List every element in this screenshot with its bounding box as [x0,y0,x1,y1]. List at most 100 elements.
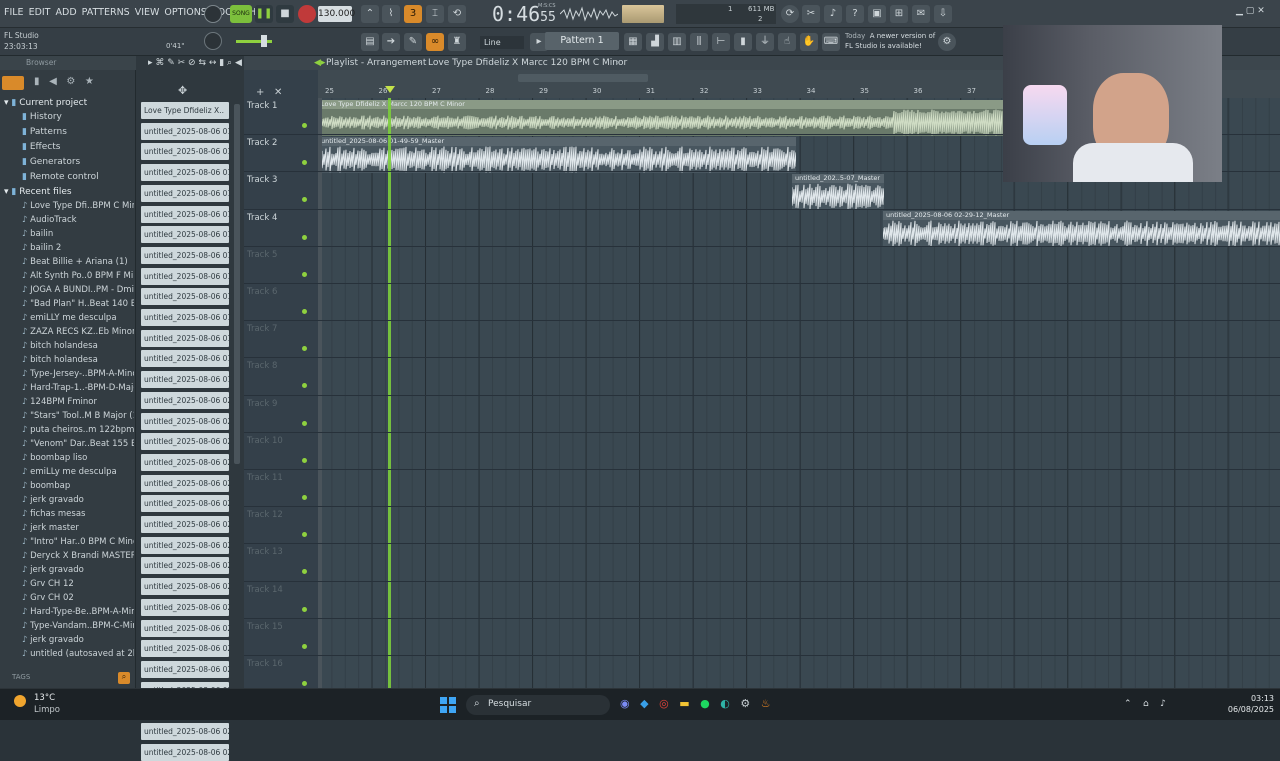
pattern-clip-item[interactable]: untitled_2025-08-06 01- [141,164,229,182]
pattern-selector[interactable]: Pattern 1 [545,32,619,50]
edge-icon[interactable]: ◐ [720,697,730,710]
picker-scrollbar[interactable] [234,104,240,464]
wait-for-input-icon[interactable]: ⌇ [382,5,400,23]
track-header[interactable]: Track 5 [244,247,312,284]
tree-current-project[interactable]: ▾ ▮ Current project [4,96,134,110]
tree-recent-files[interactable]: ▾ ▮ Recent files [4,185,134,199]
mixer-icon[interactable]: ⫼ [690,33,708,51]
volume-slider-handle[interactable] [261,35,267,47]
weather-icon[interactable] [14,695,26,707]
tree-remote-control[interactable]: ▮ Remote control [4,170,134,184]
weather-temp[interactable]: 13°C [34,693,55,703]
recent-file-item[interactable]: ♪ emiLLY me desculpa [4,311,134,325]
recent-file-item[interactable]: ♪ Grv CH 12 [4,577,134,591]
tray-network-icon[interactable]: ⌂ [1143,699,1149,709]
microphone-icon[interactable]: ♪ [824,5,842,23]
pattern-clip-item[interactable]: untitled_2025-08-06 01- [141,226,229,244]
sheet-icon[interactable]: ▮ [734,33,752,51]
metronome-icon[interactable]: ⌃ [361,5,379,23]
track-mute-led[interactable] [302,681,307,686]
pattern-clip-item[interactable]: untitled_2025-08-06 01- [141,288,229,306]
browser-search-icon[interactable]: ⌕ [118,672,130,684]
file-explorer-icon[interactable]: ▬ [679,697,689,710]
refresh-icon[interactable]: ⚙ [66,76,75,87]
recent-file-item[interactable]: ♪ ZAZA RECS KZ..Eb Minor (1) [4,325,134,339]
recent-file-item[interactable]: ♪ Deryck X Brandi MASTER (1) [4,549,134,563]
pattern-clip-item[interactable]: untitled_2025-08-06 02- [141,453,229,471]
copilot-icon[interactable]: ◆ [640,697,648,710]
maximize-icon[interactable]: ▢ [1246,6,1255,16]
pattern-clip-item[interactable]: untitled_2025-08-06 02- [141,495,229,513]
menu-edit[interactable]: EDIT [29,7,51,18]
tree-patterns[interactable]: ▮ Patterns [4,125,134,139]
track-mute-led[interactable] [302,420,307,426]
track-mute-led[interactable] [302,643,307,649]
tray-chevron-icon[interactable]: ⌃ [1124,699,1132,709]
snap-select[interactable]: Line [480,36,524,49]
audio-clip[interactable]: Love Type Dfideliz X Marcc 120 BPM C Min… [318,100,1003,136]
tray-volume-icon[interactable]: ♪ [1160,699,1166,709]
recent-file-item[interactable]: ♪ bitch holandesa [4,339,134,353]
pattern-clip-item[interactable]: untitled_2025-08-06 01- [141,246,229,264]
track-header[interactable]: Track 14 [244,582,312,619]
track-header[interactable]: Track 7 [244,321,312,358]
recent-file-item[interactable]: ♪ 124BPM Fminor [4,395,134,409]
plug-icon[interactable]: ⏚ [756,33,774,51]
link-icon[interactable]: ∞ [426,33,444,51]
download-icon[interactable]: ⇩ [934,5,952,23]
pattern-clip-item[interactable]: untitled_2025-08-06 01- [141,350,229,368]
recent-file-item[interactable]: ♪ Grv CH 02 [4,591,134,605]
recent-file-item[interactable]: ♪ untitled (autosaved at 2h36) [4,647,134,661]
pattern-clip-item[interactable]: untitled_2025-08-06 02- [141,743,229,761]
fl-studio-icon[interactable]: ♨ [761,697,771,710]
remove-track-icon[interactable]: ✕ [274,87,282,98]
settings-icon[interactable]: ⚙ [740,697,750,710]
chrome-icon[interactable]: ◎ [659,697,669,710]
recent-file-item[interactable]: ♪ fichas mesas [4,507,134,521]
paint-icon[interactable]: ✎ [404,33,422,51]
recent-file-item[interactable]: ♪ Type-Jersey-..BPM-A-Minor [4,367,134,381]
track-mute-led[interactable] [302,197,307,203]
pattern-clip-item[interactable]: untitled_2025-08-06 02- [141,412,229,430]
recent-file-item[interactable]: ♪ bitch holandesa [4,353,134,367]
arrangement-grid[interactable]: Love Type Dfideliz X Marcc 120 BPM C Min… [318,98,1280,688]
blend-notes-icon[interactable]: ⟲ [448,5,466,23]
pattern-clip-item[interactable]: untitled_2025-08-06 02- [141,723,229,740]
playlist-icon[interactable]: ▦ [624,33,642,51]
audio-clip[interactable]: untitled_2025-08-06 02-29-12_Master [883,211,1280,247]
picker-move-icon[interactable]: ✥ [178,84,187,97]
piano-roll-icon[interactable]: ▟ [646,33,664,51]
track-header[interactable]: Track 15 [244,619,312,656]
chat-icon[interactable]: ✉ [912,5,930,23]
track-mute-led[interactable] [302,495,307,500]
news-panel[interactable]: Today A newer version of FL Studio is av… [845,31,935,51]
pattern-clip-item[interactable]: untitled_2025-08-06 02- [141,516,229,533]
pattern-clip-item[interactable]: untitled_2025-08-06 01- [141,371,229,389]
pattern-clip-item[interactable]: untitled_2025-08-06 01- [141,184,229,202]
recent-file-item[interactable]: ♪ bailin [4,227,134,241]
recent-file-item[interactable]: ♪ boombap [4,479,134,493]
recent-file-item[interactable]: ♪ AudioTrack [4,213,134,227]
tags-label[interactable]: TAGS [12,673,30,681]
tree-effects[interactable]: ▮ Effects [4,140,134,154]
tree-generators[interactable]: ▮ Generators [4,155,134,169]
gear-icon[interactable]: ⚙ [938,33,956,51]
pattern-clip-item[interactable]: untitled_2025-08-06 02- [141,660,229,678]
audio-clip[interactable]: untitled_202..5-07_Master [792,174,884,210]
track-mute-led[interactable] [302,532,307,538]
track-mute-led[interactable] [302,271,307,277]
pause-button[interactable]: ❚❚ [255,5,273,23]
track-header[interactable]: Track 6 [244,284,312,321]
record-button[interactable]: ● [298,5,316,23]
menu-add[interactable]: ADD [56,7,77,18]
track-mute-led[interactable] [302,383,307,389]
recent-file-item[interactable]: ♪ puta cheiros..m 122bpm (1) [4,423,134,437]
pattern-clip-item[interactable]: untitled_2025-08-06 02- [141,391,229,409]
pattern-clip-item[interactable]: untitled_2025-08-06 02- [141,578,229,596]
track-header[interactable]: Track 11 [244,470,312,507]
pattern-clip-item[interactable]: untitled_2025-08-06 02- [141,474,229,492]
track-mute-led[interactable] [302,309,307,314]
track-header[interactable]: Track 13 [244,544,312,581]
recent-file-item[interactable]: ♪ "Stars" Tool..M B Major (1) [4,409,134,423]
save-icon[interactable]: ▣ [868,5,886,23]
